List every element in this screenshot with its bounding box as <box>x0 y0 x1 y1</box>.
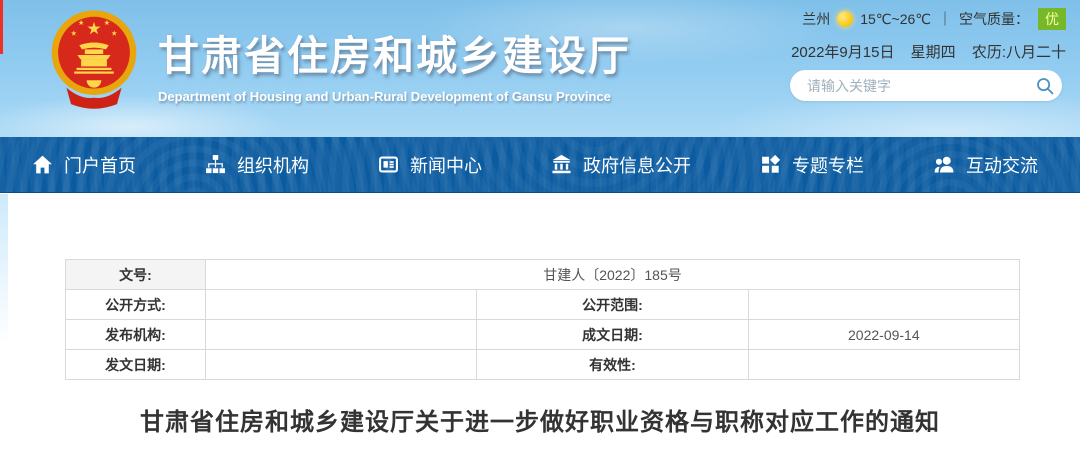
publisher-value <box>206 320 477 350</box>
header-top-info: 兰州 15℃~26℃ ｜ 空气质量： 优 2022年9月15日 星期四 农历:八… <box>791 8 1066 62</box>
weekday-text: 星期四 <box>911 44 956 61</box>
org-chart-icon <box>205 154 226 175</box>
weather-city: 兰州 <box>802 9 830 29</box>
weather-separator: ｜ <box>938 9 952 29</box>
main-nav: 门户首页 组织机构 新闻中心 <box>0 137 1080 193</box>
written-date-value: 2022-09-14 <box>748 320 1019 350</box>
search-button[interactable] <box>1028 70 1062 101</box>
date-text: 2022年9月15日 <box>791 44 894 61</box>
table-row: 公开方式: 公开范围: <box>66 290 1020 320</box>
left-edge-fade <box>0 194 8 344</box>
weather-temperature: 15℃~26℃ <box>860 11 931 28</box>
nav-item-interaction[interactable]: 互动交流 <box>933 152 1038 178</box>
search-input[interactable] <box>790 78 1028 94</box>
site-header: 甘肃省住房和城乡建设厅 Department of Housing and Ur… <box>0 0 1080 137</box>
table-row: 发布机构: 成文日期: 2022-09-14 <box>66 320 1020 350</box>
open-scope-value <box>748 290 1019 320</box>
issue-date-value <box>206 350 477 380</box>
page: 甘肃省住房和城乡建设厅 Department of Housing and Ur… <box>0 0 1080 452</box>
document-meta-table: 文号: 甘建人〔2022〕185号 公开方式: 公开范围: 发布机构: 成文日期… <box>65 259 1020 380</box>
grid-icon <box>760 154 781 175</box>
validity-label: 有效性: <box>477 350 748 380</box>
nav-label: 政府信息公开 <box>583 152 691 178</box>
validity-value <box>748 350 1019 380</box>
content-area: 文号: 甘建人〔2022〕185号 公开方式: 公开范围: 发布机构: 成文日期… <box>0 194 1080 452</box>
lunar-date-text: 农历:八月二十 <box>972 44 1066 61</box>
open-scope-label: 公开范围: <box>477 290 748 320</box>
nav-item-gov-info[interactable]: 政府信息公开 <box>551 152 691 178</box>
home-icon <box>32 154 53 175</box>
nav-item-special-topics[interactable]: 专题专栏 <box>760 152 864 178</box>
site-subtitle-en: Department of Housing and Urban-Rural De… <box>158 89 658 104</box>
people-icon <box>933 154 955 175</box>
national-emblem-logo[interactable] <box>48 8 140 112</box>
nav-label: 门户首页 <box>64 152 136 178</box>
nav-item-news[interactable]: 新闻中心 <box>378 152 482 178</box>
table-row: 发文日期: 有效性: <box>66 350 1020 380</box>
edge-red-strip <box>0 0 3 54</box>
nav-label: 新闻中心 <box>410 152 482 178</box>
nav-item-home[interactable]: 门户首页 <box>32 152 136 178</box>
nav-item-organization[interactable]: 组织机构 <box>205 152 309 178</box>
sun-icon <box>837 11 853 27</box>
gov-building-icon <box>551 154 572 175</box>
doc-number-value: 甘建人〔2022〕185号 <box>206 260 1020 290</box>
air-quality-label: 空气质量： <box>959 9 1029 29</box>
air-quality-badge: 优 <box>1038 8 1066 30</box>
search-icon <box>1035 76 1055 96</box>
news-icon <box>378 154 399 175</box>
article-title: 甘肃省住房和城乡建设厅关于进一步做好职业资格与职称对应工作的通知 <box>40 402 1040 437</box>
written-date-label: 成文日期: <box>477 320 748 350</box>
site-brand: 甘肃省住房和城乡建设厅 Department of Housing and Ur… <box>158 22 658 104</box>
open-method-value <box>206 290 477 320</box>
china-national-emblem-icon <box>48 8 140 112</box>
nav-label: 组织机构 <box>237 152 309 178</box>
issue-date-label: 发文日期: <box>66 350 206 380</box>
nav-label: 专题专栏 <box>792 152 864 178</box>
search-box <box>790 70 1062 101</box>
doc-number-label: 文号: <box>66 260 206 290</box>
weather-bar: 兰州 15℃~26℃ ｜ 空气质量： 优 <box>791 8 1066 30</box>
open-method-label: 公开方式: <box>66 290 206 320</box>
publisher-label: 发布机构: <box>66 320 206 350</box>
nav-label: 互动交流 <box>966 152 1038 178</box>
table-row: 文号: 甘建人〔2022〕185号 <box>66 260 1020 290</box>
date-bar: 2022年9月15日 星期四 农历:八月二十 <box>791 41 1066 62</box>
site-title: 甘肃省住房和城乡建设厅 <box>158 22 658 82</box>
